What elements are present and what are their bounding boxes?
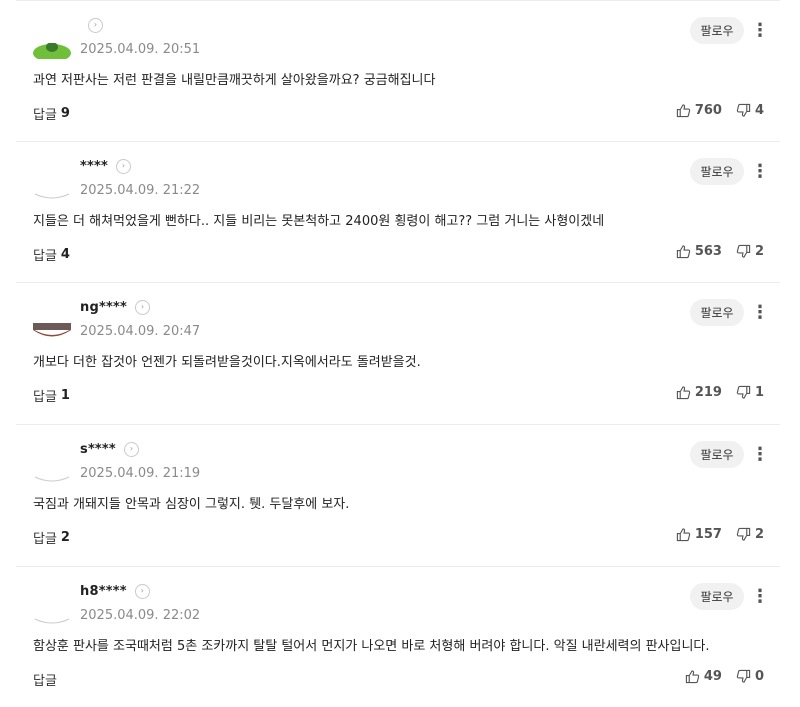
dislike-count: 1 xyxy=(754,385,764,400)
profile-chevron-icon[interactable]: › xyxy=(116,158,131,174)
avatar[interactable] xyxy=(33,31,71,59)
follow-button[interactable]: 팔로우 xyxy=(690,158,744,185)
dislike-button[interactable]: 4 xyxy=(736,103,764,118)
profile-chevron-icon[interactable]: › xyxy=(134,299,150,315)
timestamp: 2025.04.09. 22:02 xyxy=(80,608,201,623)
comment-text: 함상훈 판사를 조국때처럼 5촌 조카까지 탈탈 털어서 먼지가 나오면 바로 … xyxy=(33,639,710,654)
thumbs-up-icon xyxy=(685,670,700,684)
reply-button[interactable]: 답글 1 xyxy=(33,386,70,405)
thumbs-down-icon xyxy=(736,385,751,399)
comment-item: s**** › 2025.04.09. 21:19 팔로우 ⋮ 국짐과 개돼지들… xyxy=(16,424,780,565)
like-button[interactable]: 563 xyxy=(676,244,722,259)
comment-list: › 2025.04.09. 20:51 팔로우 ⋮ 과연 저판사는 저런 판결을… xyxy=(0,0,800,707)
more-options-icon[interactable]: ⋮ xyxy=(751,300,769,324)
avatar[interactable] xyxy=(33,455,71,483)
reply-label: 답글 xyxy=(33,249,57,264)
author-name[interactable]: ng**** xyxy=(80,300,127,315)
comment-item: **** › 2025.04.09. 21:22 팔로우 ⋮ 지들은 더 해쳐먹… xyxy=(16,141,780,282)
profile-chevron-icon[interactable]: › xyxy=(88,17,103,33)
dislike-button[interactable]: 2 xyxy=(736,244,764,259)
more-options-icon[interactable]: ⋮ xyxy=(751,442,769,466)
reply-count: 2 xyxy=(60,530,70,545)
like-button[interactable]: 760 xyxy=(676,103,722,118)
reply-count: 1 xyxy=(60,388,70,403)
reply-button[interactable]: 답글 2 xyxy=(33,528,70,547)
profile-chevron-icon[interactable]: › xyxy=(123,441,139,457)
follow-button[interactable]: 팔로우 xyxy=(690,441,744,468)
comment-text: 개보다 더한 잡것아 언젠가 되돌려받을것이다.지옥에서라도 돌려받을것. xyxy=(33,355,421,370)
comment-text: 과연 저판사는 저런 판결을 내릴만큼깨끗하게 살아왔을까요? 궁금해집니다 xyxy=(33,73,436,88)
timestamp: 2025.04.09. 20:51 xyxy=(80,42,201,57)
like-count: 49 xyxy=(703,669,722,684)
reply-label: 답글 xyxy=(33,108,57,123)
author-name[interactable]: **** xyxy=(80,159,108,174)
author-name[interactable]: s**** xyxy=(80,442,116,457)
dislike-button[interactable]: 0 xyxy=(736,669,764,684)
reply-count: 4 xyxy=(60,247,70,262)
dislike-count: 0 xyxy=(754,669,764,684)
thumbs-down-icon xyxy=(736,527,751,541)
comment-item: › 2025.04.09. 20:51 팔로우 ⋮ 과연 저판사는 저런 판결을… xyxy=(16,0,780,141)
comment-item: ng**** › 2025.04.09. 20:47 팔로우 ⋮ 개보다 더한 … xyxy=(16,282,780,423)
avatar[interactable] xyxy=(33,172,71,200)
more-options-icon[interactable]: ⋮ xyxy=(751,584,769,608)
reply-button[interactable]: 답글 4 xyxy=(33,245,70,264)
timestamp: 2025.04.09. 20:47 xyxy=(80,324,201,339)
reply-count: 9 xyxy=(60,106,70,121)
like-button[interactable]: 219 xyxy=(676,385,722,400)
follow-button[interactable]: 팔로우 xyxy=(690,17,744,44)
avatar[interactable] xyxy=(33,313,71,341)
comment-text: 국짐과 개돼지들 안목과 심장이 그렇지. 퉷. 두달후에 보자. xyxy=(33,497,350,512)
like-button[interactable]: 157 xyxy=(676,527,722,542)
dislike-count: 2 xyxy=(754,244,764,259)
thumbs-up-icon xyxy=(676,528,691,542)
comment-item: h8**** › 2025.04.09. 22:02 팔로우 ⋮ 함상훈 판사를… xyxy=(16,566,780,707)
timestamp: 2025.04.09. 21:22 xyxy=(80,183,201,198)
like-count: 563 xyxy=(694,244,722,259)
timestamp: 2025.04.09. 21:19 xyxy=(80,466,201,481)
more-options-icon[interactable]: ⋮ xyxy=(751,18,769,42)
more-options-icon[interactable]: ⋮ xyxy=(751,159,769,183)
thumbs-up-icon xyxy=(676,104,691,118)
thumbs-up-icon xyxy=(676,386,691,400)
reply-button[interactable]: 답글 xyxy=(33,670,61,689)
reply-label: 답글 xyxy=(33,390,57,405)
like-count: 219 xyxy=(694,385,722,400)
reply-button[interactable]: 답글 9 xyxy=(33,104,70,123)
like-count: 157 xyxy=(694,527,722,542)
avatar[interactable] xyxy=(33,597,71,625)
profile-chevron-icon[interactable]: › xyxy=(134,583,150,599)
thumbs-down-icon xyxy=(736,244,751,258)
follow-button[interactable]: 팔로우 xyxy=(690,583,744,610)
dislike-count: 4 xyxy=(754,103,764,118)
dislike-button[interactable]: 2 xyxy=(736,527,764,542)
thumbs-up-icon xyxy=(676,245,691,259)
reply-label: 답글 xyxy=(33,674,57,689)
comment-text: 지들은 더 해쳐먹었을게 뻔하다.. 지들 비리는 못본척하고 2400원 횡령… xyxy=(33,214,605,229)
thumbs-down-icon xyxy=(736,669,751,683)
follow-button[interactable]: 팔로우 xyxy=(690,299,744,326)
reply-label: 답글 xyxy=(33,532,57,547)
dislike-count: 2 xyxy=(754,527,764,542)
thumbs-down-icon xyxy=(736,103,751,117)
like-button[interactable]: 49 xyxy=(685,669,722,684)
author-name[interactable]: h8**** xyxy=(80,584,127,599)
like-count: 760 xyxy=(694,103,722,118)
dislike-button[interactable]: 1 xyxy=(736,385,764,400)
